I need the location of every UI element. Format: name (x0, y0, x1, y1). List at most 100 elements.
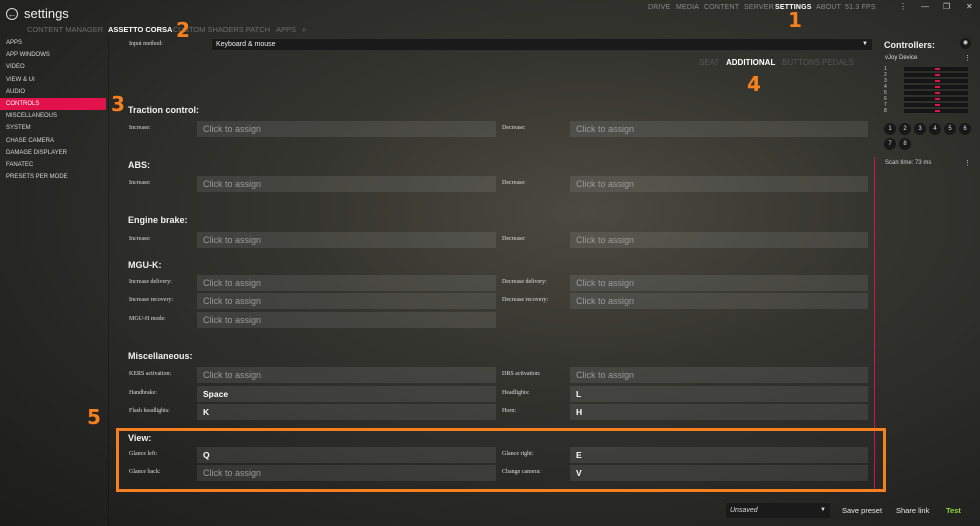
traction-decrease-label: Decrease: (502, 125, 526, 131)
axis-bar (904, 67, 968, 72)
menu-icon[interactable]: ⋮ (899, 2, 907, 11)
mguk-inc-delivery-label: Increase delivery: (129, 279, 172, 285)
engine-increase-field[interactable]: Click to assign (197, 232, 496, 248)
sidebar-item-damage-displayer[interactable]: DAMAGE DISPLAYER (0, 147, 106, 159)
controller-button: 6 (959, 123, 971, 135)
annotation-marker: 4 (747, 72, 761, 96)
mguk-dec-recovery-field[interactable]: Click to assign (570, 293, 868, 309)
tab-additional[interactable]: ADDITIONAL (726, 58, 775, 67)
nav-about[interactable]: ABOUT (816, 4, 841, 11)
controller-button: 2 (899, 123, 911, 135)
traction-decrease-field[interactable]: Click to assign (570, 121, 868, 137)
scan-time: Scan time: 73 ms (885, 160, 932, 166)
back-button[interactable]: ← (6, 8, 18, 20)
nav-content[interactable]: CONTENT (704, 4, 739, 11)
flash-headlights-label: Flash headlights: (129, 408, 170, 414)
input-method-label: Input method: (129, 41, 163, 47)
sidebar-item-video[interactable]: VIDEO (0, 61, 106, 73)
input-method-value: Keyboard & mouse (216, 41, 276, 48)
mguk-dec-delivery-field[interactable]: Click to assign (570, 275, 868, 291)
section-title-engine-brake: Engine brake: (128, 215, 188, 225)
nav-server[interactable]: SERVER (744, 4, 774, 11)
controller-button: 8 (899, 138, 911, 150)
annotation-marker: 2 (176, 18, 190, 42)
traction-increase-label: Increase: (129, 125, 151, 131)
controller-button: 3 (914, 123, 926, 135)
sidebar-item-app-windows[interactable]: APP WINDOWS (0, 49, 106, 61)
controller-device-name: vJoy Device (885, 55, 918, 61)
axis-row: 8 (884, 108, 968, 114)
device-menu-icon[interactable]: ⋮ (964, 54, 971, 62)
mguk-inc-recovery-label: Increase recovery: (129, 297, 174, 303)
controller-button: 4 (929, 123, 941, 135)
chevron-down-icon: ▼ (862, 41, 868, 47)
nav-drive[interactable]: DRIVE (648, 4, 670, 11)
preset-select[interactable]: Unsaved ▼ (726, 503, 830, 518)
controllers-title: Controllers: (884, 40, 936, 50)
maximize-icon[interactable]: ❐ (943, 2, 950, 11)
horn-label: Horn: (502, 408, 516, 414)
mguk-dec-delivery-label: Decrease delivery: (502, 279, 547, 285)
search-icon[interactable]: ⌕ (302, 25, 306, 35)
mguk-inc-recovery-field[interactable]: Click to assign (197, 293, 496, 309)
controller-button: 1 (884, 123, 896, 135)
kers-field[interactable]: Click to assign (197, 367, 496, 383)
subtab-content-manager[interactable]: CONTENT MANAGER (27, 25, 103, 34)
controller-button: 5 (944, 123, 956, 135)
sidebar-item-view-ui[interactable]: VIEW & UI (0, 74, 106, 86)
tab-pedals[interactable]: PEDALS (822, 58, 854, 67)
scan-menu-icon[interactable]: ⋮ (964, 159, 971, 167)
tab-seat[interactable]: SEAT (699, 58, 719, 67)
share-link-button[interactable]: Share link (896, 506, 929, 515)
horn-field[interactable]: H (570, 404, 868, 420)
drs-field[interactable]: Click to assign (570, 367, 868, 383)
sidebar: APPS APP WINDOWS VIDEO VIEW & UI AUDIO C… (0, 37, 106, 183)
flash-headlights-field[interactable]: K (197, 404, 496, 420)
headlights-field[interactable]: L (570, 386, 868, 402)
input-method-select[interactable]: Keyboard & mouse ▼ (211, 38, 873, 51)
kers-label: KERS activation: (129, 371, 172, 377)
axis-bar (904, 91, 968, 96)
abs-increase-label: Increase: (129, 180, 151, 186)
axis-row: 3 (884, 78, 968, 84)
annotation-marker: 3 (111, 92, 125, 116)
mguk-inc-delivery-field[interactable]: Click to assign (197, 275, 496, 291)
drs-label: DRS activation: (502, 371, 541, 377)
preset-value: Unsaved (730, 507, 758, 514)
traction-increase-field[interactable]: Click to assign (197, 121, 496, 137)
sidebar-item-chase-camera[interactable]: CHASE CAMERA (0, 135, 106, 147)
abs-decrease-field[interactable]: Click to assign (570, 176, 868, 192)
axis-bars: 1 2 3 4 5 6 7 8 (884, 66, 968, 115)
sidebar-item-miscellaneous[interactable]: MISCELLANEOUS (0, 110, 106, 122)
section-title-abs: ABS: (128, 160, 150, 170)
mguk-dec-recovery-label: Decrease recovery: (502, 297, 549, 303)
test-button[interactable]: Test (946, 506, 961, 515)
sidebar-item-controls[interactable]: CONTROLS (0, 97, 106, 111)
mguh-mode-field[interactable]: Click to assign (197, 312, 496, 328)
axis-row: 5 (884, 90, 968, 96)
minimize-icon[interactable]: — (921, 2, 929, 11)
axis-row: 2 (884, 72, 968, 78)
nav-media[interactable]: MEDIA (676, 4, 699, 11)
handbrake-label: Handbrake: (129, 390, 157, 396)
sidebar-divider (108, 37, 109, 526)
subtab-assetto-corsa[interactable]: ASSETTO CORSA (108, 25, 172, 34)
handbrake-field[interactable]: Space (197, 386, 496, 402)
close-icon[interactable]: ✕ (966, 2, 973, 11)
axis-bar (904, 103, 968, 108)
engine-decrease-field[interactable]: Click to assign (570, 232, 868, 248)
settings-icon[interactable]: ◉ (960, 38, 971, 49)
tab-buttons[interactable]: BUTTONS (782, 58, 820, 67)
subtab-apps[interactable]: APPS (276, 25, 296, 34)
sidebar-item-audio[interactable]: AUDIO (0, 86, 106, 98)
sidebar-item-fanatec[interactable]: FANATEC (0, 159, 106, 171)
abs-increase-field[interactable]: Click to assign (197, 176, 496, 192)
annotation-marker: 1 (788, 8, 802, 32)
axis-row: 1 (884, 66, 968, 72)
sidebar-item-system[interactable]: SYSTEM (0, 122, 106, 134)
sidebar-item-presets-per-mode[interactable]: PRESETS PER MODE (0, 171, 106, 183)
controller-button: 7 (884, 138, 896, 150)
sidebar-item-apps[interactable]: APPS (0, 37, 106, 49)
axis-row: 6 (884, 96, 968, 102)
save-preset-button[interactable]: Save preset (842, 506, 882, 515)
